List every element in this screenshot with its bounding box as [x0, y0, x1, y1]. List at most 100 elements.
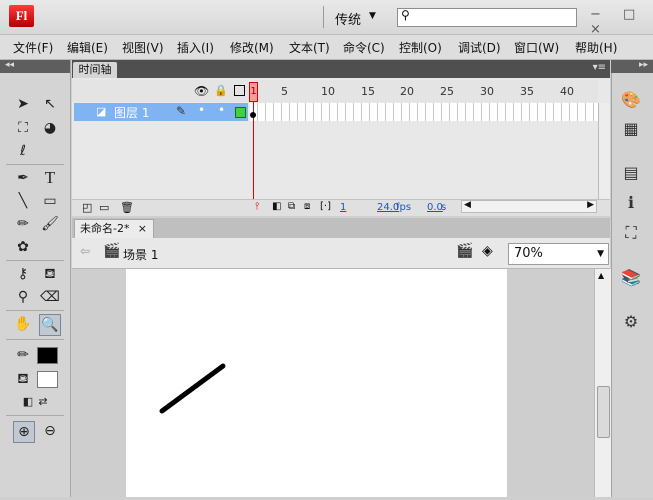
divider	[6, 260, 64, 261]
eye-icon[interactable]: 👁	[194, 84, 209, 98]
transform-icon[interactable]: ⛶	[620, 223, 642, 243]
tab-timeline[interactable]: 时间轴	[73, 62, 117, 78]
playhead[interactable]: 1	[249, 82, 258, 102]
frame-tick: 40	[560, 85, 574, 98]
menu-insert[interactable]: 插入(I)	[177, 39, 214, 56]
zoom-icon[interactable]: 🔍	[39, 314, 61, 336]
trash-icon[interactable]: 🗑	[120, 201, 134, 214]
menu-file[interactable]: 文件(F)	[13, 39, 53, 56]
back-arrow-icon[interactable]: ⇦	[80, 244, 90, 258]
timeline-horizontal-scrollbar[interactable]: ◀ ▶	[461, 200, 597, 213]
frame-tick: 30	[480, 85, 494, 98]
edit-multiple-frames-icon[interactable]: ⧈	[304, 201, 310, 212]
keyframe-dot[interactable]	[250, 112, 256, 118]
color-panel-icon[interactable]: 🎨	[620, 90, 642, 110]
fill-color-swatch[interactable]	[37, 371, 58, 388]
layer-header: 👁 🔒	[72, 80, 248, 102]
frame-tick: 20	[400, 85, 414, 98]
flash-logo-icon: Fl	[9, 5, 34, 27]
onion-skin-icon[interactable]: ◧	[272, 201, 281, 212]
stage-drawing	[159, 363, 226, 414]
rectangle-icon[interactable]: ▭	[40, 191, 60, 211]
fps-unit: fps	[396, 202, 412, 213]
brush-icon[interactable]: 🖌	[40, 214, 60, 234]
close-icon[interactable]: ×	[138, 220, 147, 238]
zoom-in-icon[interactable]: ⊕	[13, 421, 35, 443]
drawn-line[interactable]	[159, 363, 226, 414]
layer-row[interactable]: ◪ 图层 1 ✎ • •	[74, 103, 248, 121]
zoom-value: 70%	[514, 246, 543, 261]
workspace-switcher[interactable]: 传统	[335, 9, 361, 28]
paint-bucket-icon[interactable]: ⛾	[40, 264, 60, 284]
pencil-icon[interactable]: ✏	[13, 214, 33, 234]
edit-scene-icon[interactable]: 🎬	[456, 243, 473, 259]
stage-canvas[interactable]	[126, 269, 507, 497]
right-panel-header[interactable]: ▸▸	[611, 60, 653, 73]
center-frame-icon[interactable]: ⫯	[255, 201, 259, 212]
menu-window[interactable]: 窗口(W)	[514, 39, 559, 56]
components-icon[interactable]: ⚙	[620, 312, 642, 332]
document-tab-label: 未命名-2*	[80, 222, 130, 235]
lasso-icon[interactable]: ℓ	[13, 141, 33, 161]
scrollbar-thumb[interactable]	[597, 386, 610, 438]
hand-icon[interactable]: ✋	[13, 314, 33, 334]
frames-row[interactable]	[250, 103, 598, 121]
frame-tick: 25	[440, 85, 454, 98]
outline-color-square[interactable]	[235, 107, 246, 118]
chevron-down-icon[interactable]: ▼	[369, 11, 376, 21]
scene-label: 场景 1	[123, 248, 159, 262]
layer-icon: ◪	[96, 105, 107, 118]
lock-icon[interactable]: 🔒	[214, 84, 228, 97]
align-icon[interactable]: ▤	[620, 163, 642, 183]
timeline-scrollbar[interactable]	[598, 103, 610, 199]
menu-commands[interactable]: 命令(C)	[343, 39, 385, 56]
library-icon[interactable]: 📚	[620, 268, 642, 288]
swap-colors-icon[interactable]: ⇄	[33, 392, 53, 412]
subselection-icon[interactable]: ↖	[40, 94, 60, 114]
chevron-down-icon[interactable]: ▼	[597, 244, 604, 264]
menu-control[interactable]: 控制(O)	[399, 39, 442, 56]
stroke-color-pencil-icon: ✏	[17, 347, 29, 363]
timeline-panel-header: ▾≡	[72, 60, 610, 78]
menu-view[interactable]: 视图(V)	[122, 39, 164, 56]
menu-help[interactable]: 帮助(H)	[575, 39, 617, 56]
divider	[6, 339, 64, 340]
tools-panel-header[interactable]: ◂◂	[0, 60, 70, 73]
menu-debug[interactable]: 调试(D)	[458, 39, 501, 56]
free-transform-icon[interactable]: ⛶	[13, 118, 33, 138]
deco-icon[interactable]: ✿	[13, 237, 33, 257]
info-icon[interactable]: ℹ	[620, 193, 642, 213]
divider	[6, 164, 64, 165]
stage-scrollbar[interactable]: ▲	[594, 269, 611, 497]
outline-icon[interactable]	[234, 85, 245, 96]
menu-text[interactable]: 文本(T)	[289, 39, 330, 56]
pen-icon[interactable]: ✒	[13, 168, 33, 188]
fill-color-bucket-icon: ⛾	[17, 371, 29, 387]
new-folder-icon[interactable]: ▭	[99, 201, 109, 214]
eraser-icon[interactable]: ⌫	[40, 287, 60, 307]
selection-icon[interactable]: ➤	[13, 94, 33, 114]
current-frame[interactable]: 1	[340, 202, 346, 213]
visibility-dot[interactable]: •	[198, 103, 205, 117]
divider	[6, 415, 64, 416]
stroke-color-swatch[interactable]	[37, 347, 58, 364]
bone-icon[interactable]: ⚷	[13, 264, 33, 284]
new-layer-icon[interactable]: ◰	[82, 201, 92, 214]
zoom-out-icon[interactable]: ⊖	[40, 421, 60, 441]
edit-symbols-icon[interactable]: ◈	[482, 243, 493, 259]
eyedropper-icon[interactable]: ⚲	[13, 287, 33, 307]
window-controls[interactable]: − □ ×	[590, 7, 653, 37]
line-icon[interactable]: ╲	[13, 191, 33, 211]
modify-markers-icon[interactable]: [·]	[320, 201, 331, 212]
frame-ruler[interactable]	[250, 80, 598, 102]
lock-dot[interactable]: •	[218, 103, 225, 117]
3d-rotation-icon[interactable]: ◕	[40, 118, 60, 138]
text-icon[interactable]: T	[40, 168, 60, 188]
swatches-icon[interactable]: ▦	[620, 119, 642, 139]
menu-modify[interactable]: 修改(M)	[230, 39, 274, 56]
document-tab[interactable]: 未命名-2* ×	[74, 219, 154, 238]
onion-skin-outlines-icon[interactable]: ⧉	[288, 201, 295, 212]
menu-edit[interactable]: 编辑(E)	[67, 39, 108, 56]
zoom-select[interactable]: 70% ▼	[508, 243, 609, 265]
search-input[interactable]	[397, 8, 577, 27]
